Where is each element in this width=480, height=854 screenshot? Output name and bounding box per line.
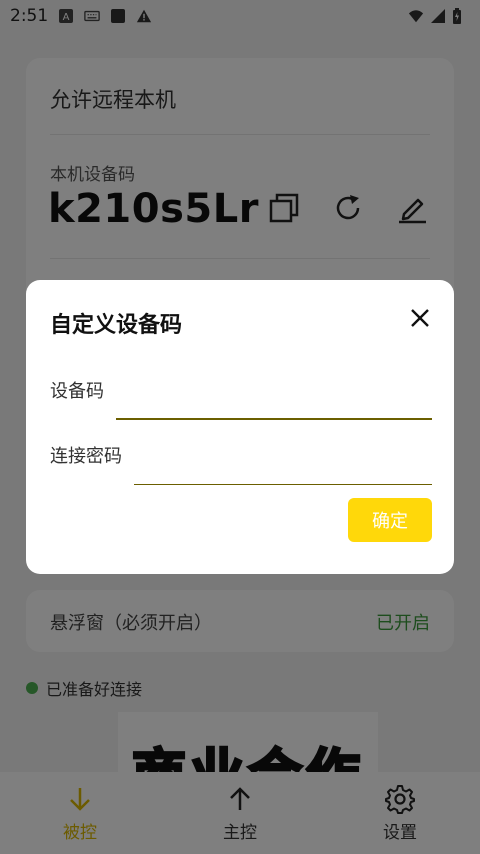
custom-device-code-dialog: 自定义设备码 设备码 连接密码 确定	[26, 280, 454, 574]
confirm-button[interactable]: 确定	[348, 498, 432, 542]
device-code-input[interactable]	[116, 386, 432, 420]
close-icon	[410, 308, 430, 332]
dialog-title: 自定义设备码	[50, 313, 183, 338]
password-field-label: 连接密码	[50, 446, 122, 467]
close-button[interactable]	[406, 306, 434, 334]
password-input[interactable]	[134, 452, 432, 485]
device-code-field-label: 设备码	[50, 381, 104, 402]
